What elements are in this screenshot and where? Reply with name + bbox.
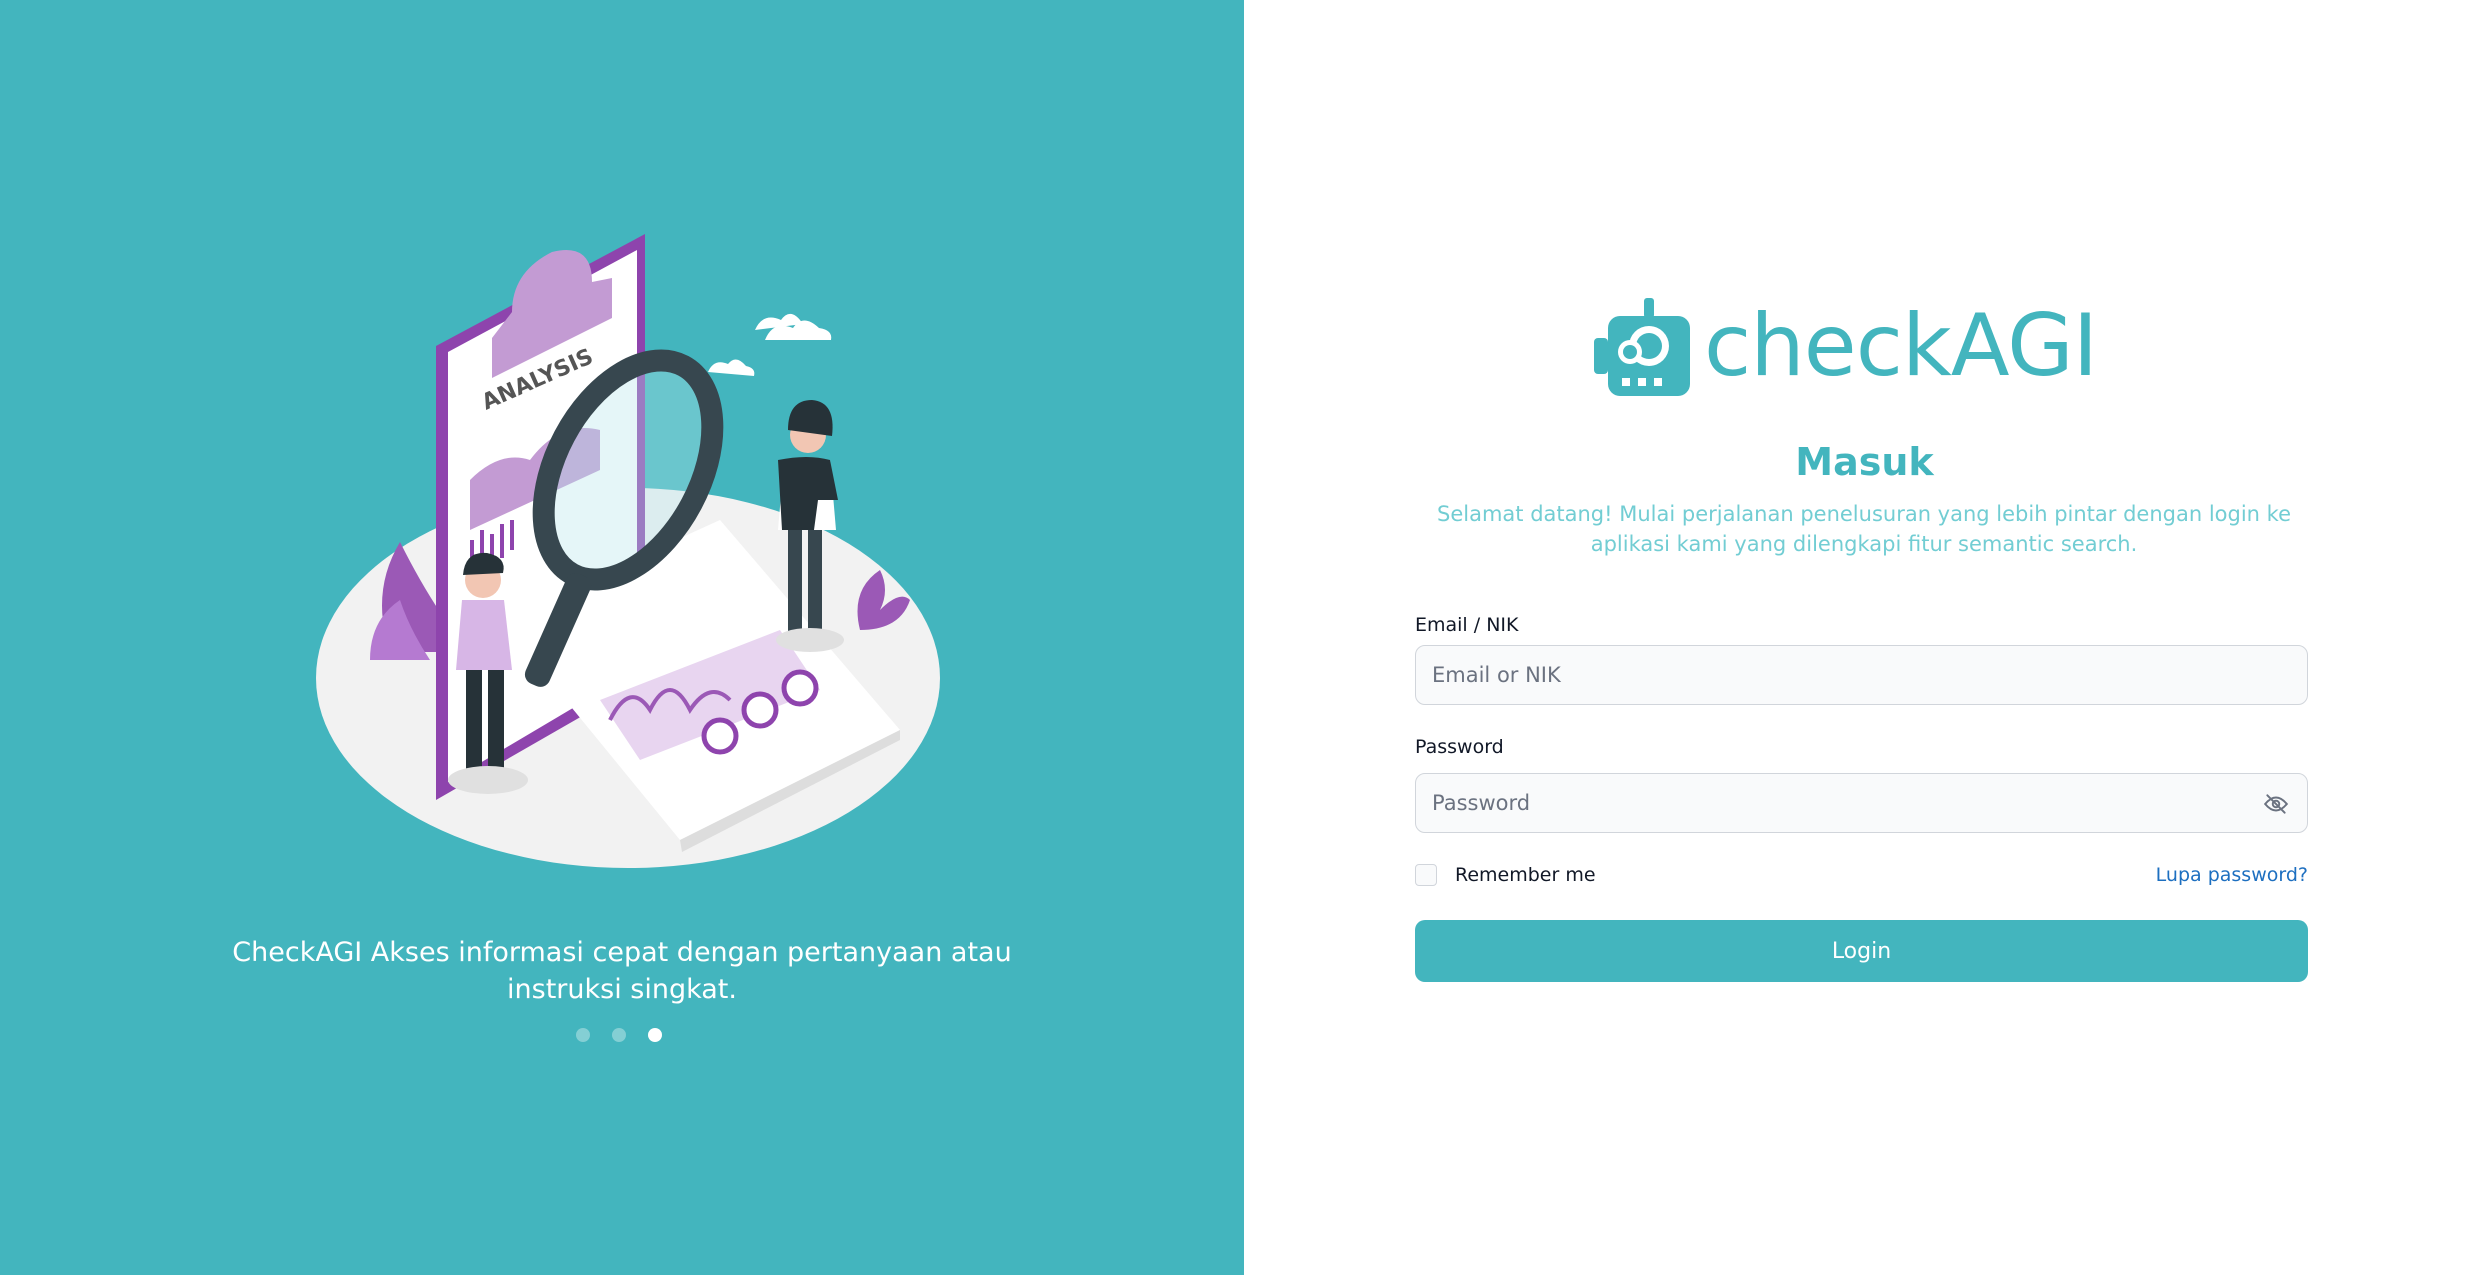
brand-logo: checkAGI <box>1594 290 2154 402</box>
carousel-dots <box>576 1028 662 1042</box>
login-subtitle: Selamat datang! Mulai perjalanan penelus… <box>1437 502 2291 556</box>
email-label: Email / NIK <box>1415 614 1519 636</box>
carousel-dot-1[interactable] <box>576 1028 590 1042</box>
carousel-panel: ANALYSIS CheckAGI Akses informasi cepat … <box>0 0 1244 1275</box>
brand-wordmark: checkAGI <box>1704 296 2098 396</box>
email-field[interactable] <box>1416 646 2307 704</box>
carousel-dot-3[interactable] <box>648 1028 662 1042</box>
carousel-caption: CheckAGI Akses informasi cepat dengan pe… <box>232 937 1012 1005</box>
remember-me-checkbox[interactable] <box>1415 864 1437 886</box>
analysis-illustration: ANALYSIS <box>316 234 940 868</box>
login-page: ANALYSIS CheckAGI Akses informasi cepat … <box>0 0 2485 1275</box>
email-field-wrapper <box>1415 645 2308 705</box>
password-field[interactable] <box>1416 774 2307 832</box>
login-title: Masuk <box>1795 440 1934 484</box>
carousel-dot-2[interactable] <box>612 1028 626 1042</box>
remember-me-label: Remember me <box>1455 864 1596 886</box>
password-label: Password <box>1415 736 1504 758</box>
forgot-password-link[interactable]: Lupa password? <box>2156 864 2308 886</box>
remember-me: Remember me <box>1415 864 1596 886</box>
robot-icon <box>1594 298 1690 396</box>
eye-slash-icon[interactable] <box>2263 791 2289 817</box>
login-button[interactable]: Login <box>1415 920 2308 982</box>
password-field-wrapper <box>1415 773 2308 833</box>
login-panel: checkAGI Masuk Selamat datang! Mulai per… <box>1244 0 2485 1275</box>
